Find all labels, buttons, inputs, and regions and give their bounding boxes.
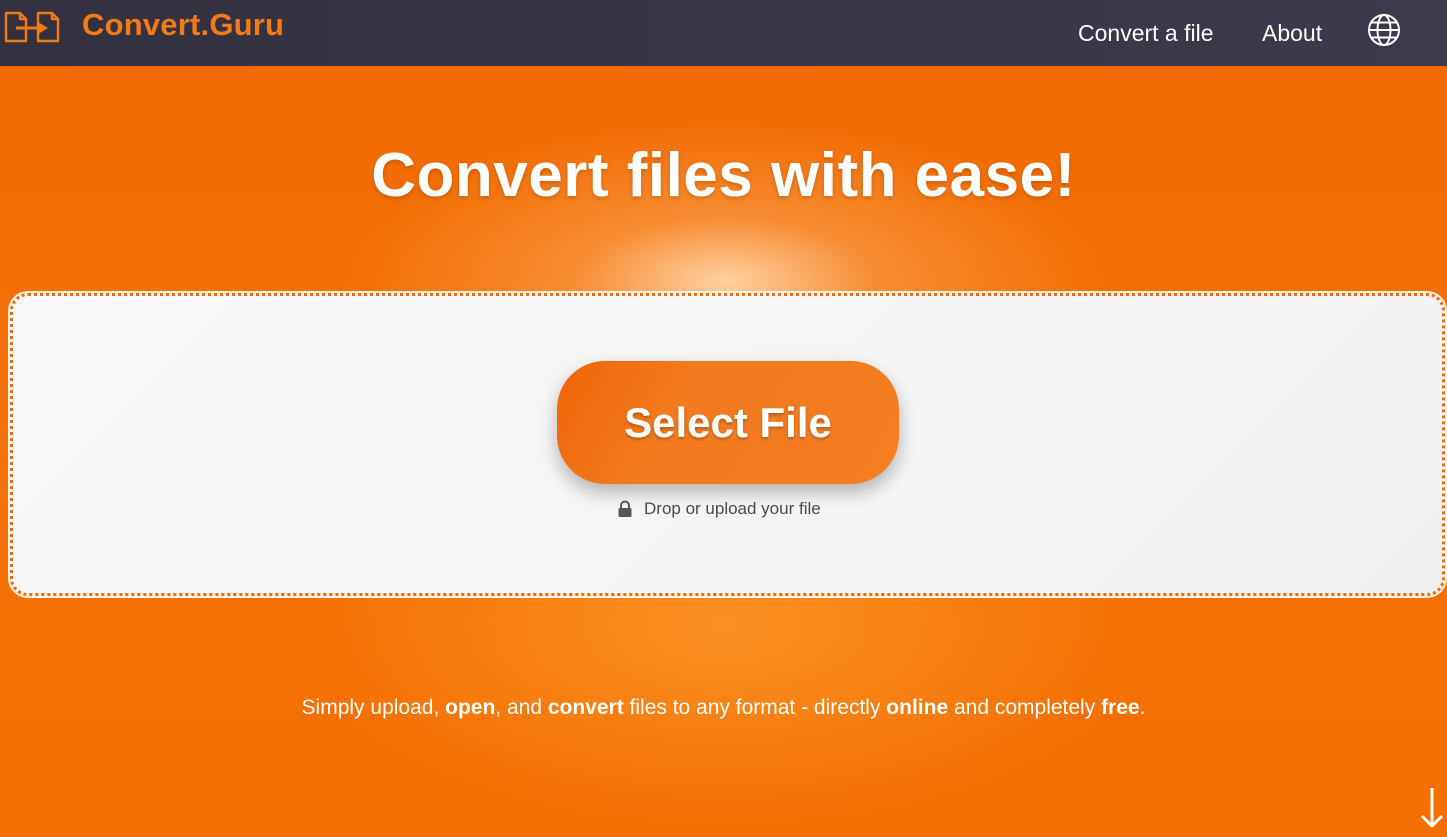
brand-link[interactable]: Convert.Guru (4, 7, 285, 45)
page-headline: Convert files with ease! (371, 141, 1076, 210)
tagline-online: online (886, 696, 949, 719)
tagline-text: , and (495, 696, 548, 719)
drop-hint-text: Drop or upload your file (644, 499, 821, 518)
tagline-text: and completely (948, 696, 1102, 719)
drop-hint: Drop or upload your file (617, 499, 821, 519)
tagline: Simply upload, open, and convert files t… (0, 696, 1447, 720)
tagline-text: Simply upload, (301, 696, 446, 719)
convert-logo-icon (4, 11, 60, 43)
tagline-free: free (1101, 696, 1140, 719)
tagline-text: files to any format - directly (623, 696, 887, 719)
top-navbar: Convert.Guru Convert a file About (0, 0, 1447, 66)
lock-icon (618, 500, 632, 517)
scroll-down-arrow-icon[interactable] (1419, 786, 1445, 830)
tagline-open: open (445, 696, 496, 719)
tagline-convert: convert (547, 696, 624, 719)
tagline-text: . (1139, 696, 1146, 719)
globe-icon[interactable] (1367, 13, 1401, 47)
nav-convert-link[interactable]: Convert a file (1078, 20, 1214, 47)
nav-about-link[interactable]: About (1262, 20, 1322, 47)
brand-name: Convert.Guru (82, 7, 285, 42)
select-file-button[interactable]: Select File (557, 361, 899, 484)
